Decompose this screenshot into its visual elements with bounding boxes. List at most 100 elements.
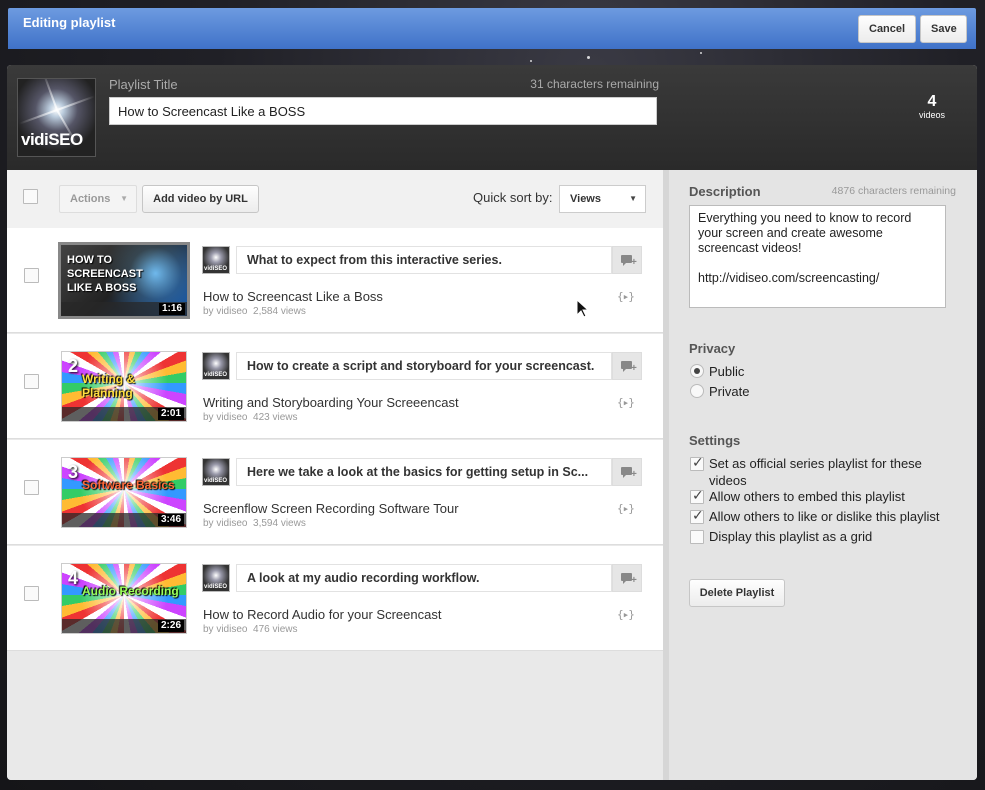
- mouse-cursor-icon: [576, 299, 590, 318]
- video-checkbox[interactable]: [24, 268, 39, 283]
- star: [530, 60, 532, 62]
- channel-avatar: [202, 564, 230, 592]
- playlist-title-label: Playlist Title: [109, 77, 178, 92]
- channel-avatar: [202, 352, 230, 380]
- video-note[interactable]: How to create a script and storyboard fo…: [236, 352, 612, 380]
- privacy-label: Privacy: [689, 341, 736, 356]
- add-video-by-url-button[interactable]: Add video by URL: [142, 185, 259, 213]
- video-title[interactable]: How to Record Audio for your Screencast: [203, 607, 441, 622]
- video-meta: by vidiseo 476 views: [203, 624, 298, 635]
- channel-avatar: [202, 246, 230, 274]
- playlist-editor-panel: vidiSEO Playlist Title 31 characters rem…: [7, 65, 977, 780]
- video-title[interactable]: How to Screencast Like a Boss: [203, 289, 383, 304]
- actions-dropdown[interactable]: Actions ▼: [59, 185, 137, 213]
- video-views: 3,594 views: [253, 518, 306, 529]
- video-checkbox[interactable]: [24, 374, 39, 389]
- star: [587, 56, 590, 59]
- top-bar: Editing playlist Cancel Save: [8, 8, 976, 49]
- chevron-down-icon: ▼: [629, 194, 637, 203]
- video-note[interactable]: A look at my audio recording workflow.: [236, 564, 612, 592]
- description-label: Description: [689, 184, 761, 199]
- settings-column: Description 4876 characters remaining Ev…: [663, 170, 977, 780]
- official-series-checkbox[interactable]: [690, 455, 704, 471]
- thumbnail-caption: Software Basics: [82, 478, 175, 492]
- video-views: 476 views: [253, 624, 298, 635]
- video-title[interactable]: Writing and Storyboarding Your Screeenca…: [203, 395, 459, 410]
- video-title[interactable]: Screenflow Screen Recording Software Tou…: [203, 501, 459, 516]
- grid-display-checkbox[interactable]: [690, 530, 704, 544]
- playlist-title-input[interactable]: [109, 97, 657, 125]
- select-all-checkbox[interactable]: [23, 189, 38, 204]
- privacy-public-radio[interactable]: [690, 364, 704, 378]
- thumbnail-ray: [56, 95, 95, 111]
- video-channel: by vidiseo: [203, 412, 248, 423]
- video-note[interactable]: What to expect from this interactive ser…: [236, 246, 612, 274]
- video-row: HOW TO SCREENCAST LIKE A BOSS 1:16 What …: [7, 228, 663, 333]
- privacy-private-radio[interactable]: [690, 384, 704, 398]
- video-row: 3 Software Basics 3:46 Here we take a lo…: [7, 440, 663, 545]
- video-duration: 2:26: [157, 620, 184, 632]
- delete-playlist-button[interactable]: Delete Playlist: [689, 579, 785, 607]
- video-thumbnail[interactable]: HOW TO SCREENCAST LIKE A BOSS 1:16: [58, 242, 190, 319]
- thumbnail-caption: Audio Recording: [82, 584, 179, 598]
- sort-value: Views: [570, 193, 601, 205]
- video-channel: by vidiseo: [203, 306, 248, 317]
- allow-embed-label: Allow others to embed this playlist: [709, 489, 905, 504]
- privacy-public-label: Public: [709, 364, 745, 379]
- add-note-button[interactable]: +: [612, 246, 642, 274]
- video-duration: 2:01: [157, 408, 184, 420]
- embed-icon[interactable]: {▸}: [617, 396, 635, 409]
- thumbnail-number: 4: [68, 568, 79, 588]
- page-title: Editing playlist: [23, 15, 116, 30]
- add-note-button[interactable]: +: [612, 564, 642, 592]
- video-checkbox[interactable]: [24, 586, 39, 601]
- thumbnail-caption: Writing & Planning: [82, 372, 136, 400]
- embed-icon[interactable]: {▸}: [617, 608, 635, 621]
- allow-rating-checkbox[interactable]: [690, 508, 704, 524]
- chevron-down-icon: ▼: [120, 194, 128, 203]
- list-toolbar: Actions ▼ Add video by URL Quick sort by…: [7, 170, 663, 228]
- video-duration: 1:16: [158, 303, 185, 315]
- video-channel: by vidiseo: [203, 624, 248, 635]
- video-row: 4 Audio Recording 2:26 A look at my audi…: [7, 546, 663, 651]
- vidiseo-logo: vidiSEO: [21, 130, 83, 149]
- video-meta: by vidiseo 2,584 views: [203, 306, 306, 317]
- plus-icon: +: [631, 257, 637, 268]
- video-thumbnail[interactable]: 3 Software Basics 3:46: [61, 457, 187, 528]
- thumbnail-number: 3: [68, 462, 79, 482]
- cancel-button[interactable]: Cancel: [858, 15, 916, 43]
- star: [700, 52, 702, 54]
- add-note-button[interactable]: +: [612, 352, 642, 380]
- video-count-label: videos: [918, 110, 945, 120]
- description-textarea[interactable]: Everything you need to know to record yo…: [689, 205, 946, 308]
- grid-display-label: Display this playlist as a grid: [709, 529, 873, 544]
- video-meta: by vidiseo 3,594 views: [203, 518, 306, 529]
- embed-icon[interactable]: {▸}: [617, 502, 635, 515]
- video-thumbnail[interactable]: 2 Writing & Planning 2:01: [61, 351, 187, 422]
- video-list-column: Actions ▼ Add video by URL Quick sort by…: [7, 170, 663, 780]
- playlist-header: vidiSEO Playlist Title 31 characters rem…: [7, 65, 977, 170]
- quick-sort-select[interactable]: Views ▼: [559, 185, 646, 213]
- video-views: 423 views: [253, 412, 298, 423]
- plus-icon: +: [631, 575, 637, 586]
- title-chars-remaining: 31 characters remaining: [530, 77, 659, 91]
- description-chars-remaining: 4876 characters remaining: [831, 185, 956, 197]
- video-count: 4 videos: [902, 93, 962, 120]
- add-note-button[interactable]: +: [612, 458, 642, 486]
- playlist-thumbnail[interactable]: vidiSEO: [17, 78, 96, 157]
- video-views: 2,584 views: [253, 306, 306, 317]
- thumbnail-number: 2: [68, 356, 79, 376]
- video-duration: 3:46: [157, 514, 184, 526]
- video-note[interactable]: Here we take a look at the basics for ge…: [236, 458, 612, 486]
- video-count-number: 4: [927, 93, 937, 110]
- thumbnail-ray: [19, 109, 58, 125]
- video-thumbnail[interactable]: 4 Audio Recording 2:26: [61, 563, 187, 634]
- video-checkbox[interactable]: [24, 480, 39, 495]
- allow-embed-checkbox[interactable]: [690, 488, 704, 504]
- official-series-label: Set as official series playlist for thes…: [709, 456, 922, 488]
- settings-label: Settings: [689, 433, 741, 448]
- video-row: 2 Writing & Planning 2:01 How to create …: [7, 334, 663, 439]
- video-channel: by vidiseo: [203, 518, 248, 529]
- save-button[interactable]: Save: [920, 15, 967, 43]
- embed-icon[interactable]: {▸}: [617, 290, 635, 303]
